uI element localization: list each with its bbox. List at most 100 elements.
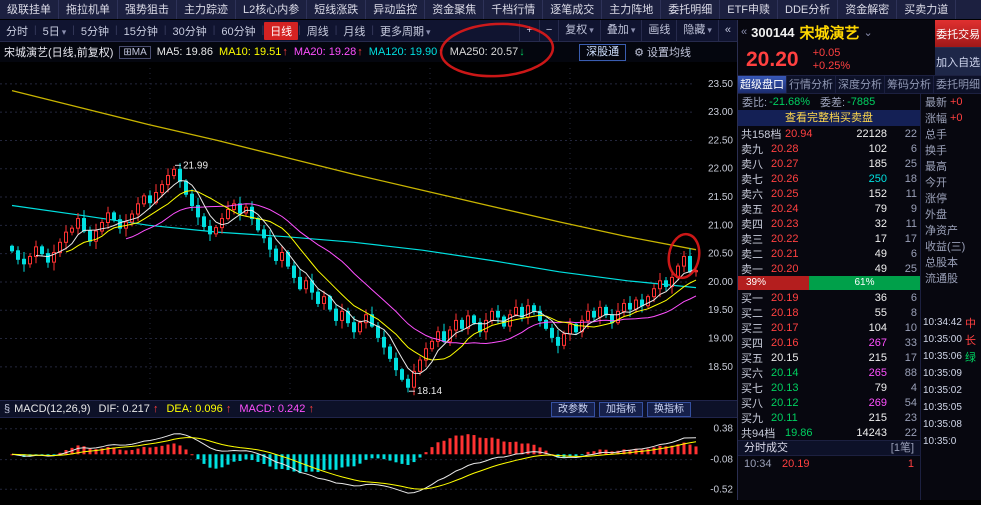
trade-time: 10:34	[744, 457, 772, 470]
buy-row: 买七 20.13 79 4	[738, 380, 920, 395]
macd-chart[interactable]: 0.38 -0.08 -0.52	[0, 418, 737, 500]
svg-text:22.50: 22.50	[708, 135, 733, 146]
toolbar-button-叠加[interactable]: 叠加 ▾	[599, 20, 642, 41]
ob-price: 20.94	[785, 127, 813, 140]
menu-item-主力阵地[interactable]: 主力阵地	[602, 0, 662, 19]
dropdown-icon: ▾	[589, 25, 594, 35]
period-tab-60分钟[interactable]: 60分钟	[215, 22, 261, 40]
period-tab-分时[interactable]: 分时	[0, 22, 34, 40]
menu-item-短线涨跌[interactable]: 短线涨跌	[307, 0, 367, 19]
period-tab-5日[interactable]: 5日 ▾	[37, 22, 73, 40]
menu-item-千档行情[interactable]: 千档行情	[484, 0, 544, 19]
ob-price: 20.24	[771, 202, 799, 215]
toolbar-button-+[interactable]: +	[519, 20, 538, 41]
macd-settings-icon[interactable]: §	[4, 403, 10, 415]
stock-dropdown-icon[interactable]: ⌄	[864, 26, 873, 39]
buy-total-row: 共94档 19.86 14243 22	[738, 425, 920, 440]
price-change-block: +0.05 +0.25%	[813, 47, 851, 73]
menu-item-资金解密[interactable]: 资金解密	[838, 0, 898, 19]
indicator-button-加指标[interactable]: 加指标	[599, 401, 643, 417]
collapse-panel-icon[interactable]: «	[741, 26, 747, 38]
alert-tag: 绿	[964, 351, 976, 364]
indicator-button-改参数[interactable]: 改参数	[551, 401, 595, 417]
period-tab-月线[interactable]: 月线	[337, 22, 371, 40]
toolbar-button-画线[interactable]: 画线	[641, 20, 676, 41]
ma-readout-ma20: MA20: 19.28↑	[294, 46, 363, 58]
indicator-button-换指标[interactable]: 换指标	[647, 401, 691, 417]
tab-行情分析[interactable]: 行情分析	[787, 76, 836, 93]
toolbar-button-复权[interactable]: 复权 ▾	[558, 20, 600, 41]
ob-level-label: 买二	[741, 307, 763, 320]
info-row-涨停: 涨停	[921, 190, 981, 206]
collapse-left-icon[interactable]: «	[717, 20, 737, 41]
dropdown-icon: ▾	[426, 26, 431, 37]
period-tab-日线[interactable]: 日线	[264, 21, 299, 40]
chart-button-设置均线[interactable]: ⚙ 设置均线	[634, 44, 691, 60]
period-tab-15分钟[interactable]: 15分钟	[118, 22, 164, 40]
ob-price: 20.13	[771, 381, 799, 394]
full-depth-link[interactable]: 查看完整档买卖盘	[738, 110, 920, 126]
chart-title: 宋城演艺(日线,前复权)	[4, 47, 114, 59]
toolbar-button-−[interactable]: −	[538, 20, 558, 41]
indicator-buttons: 改参数 加指标 换指标	[547, 401, 691, 417]
toolbar-button-隐藏[interactable]: 隐藏 ▾	[676, 20, 718, 41]
info-label: 最高	[925, 161, 947, 173]
svg-text:20.50: 20.50	[708, 249, 733, 260]
menu-item-L2核心内参[interactable]: L2核心内参	[236, 0, 308, 19]
menu-item-拖拉机单[interactable]: 拖拉机单	[59, 0, 118, 19]
change-percent: +0.25%	[812, 60, 851, 72]
info-row-涨幅: 涨幅 +0	[921, 110, 981, 126]
up-arrow-icon: ↑	[152, 403, 159, 415]
menu-item-委托明细[interactable]: 委托明细	[661, 0, 721, 19]
menu-item-买卖力道[interactable]: 买卖力道	[897, 0, 957, 19]
period-tabs: 分时 | 5日 ▾ | 5分钟 | 15分钟 | 30分钟 | 60分钟 | 日线 | 周线 | 月线 | 更多周期 ▾	[0, 21, 437, 40]
menu-item-主力踪迹[interactable]: 主力踪迹	[177, 0, 236, 19]
buy-row: 买二 20.18 55 8	[738, 305, 920, 320]
period-tab-5分钟[interactable]: 5分钟	[75, 22, 115, 40]
macd-label: MACD:	[239, 403, 275, 415]
stock-name[interactable]: 宋城演艺	[800, 22, 860, 43]
ma-readout-ma5: MA5: 19.86	[157, 46, 213, 58]
tab-委托明细[interactable]: 委托明细	[934, 76, 981, 93]
menu-item-强势狙击[interactable]: 强势狙击	[118, 0, 177, 19]
tab-深度分析[interactable]: 深度分析	[836, 76, 885, 93]
ob-level-label: 卖三	[741, 233, 763, 246]
svg-text:21.99: 21.99	[183, 160, 208, 171]
menu-item-资金聚焦[interactable]: 资金聚焦	[425, 0, 485, 19]
candlestick-chart[interactable]: 23.50 23.00 22.50 22.00 21.50 21.00 20.50 20.00…	[0, 62, 737, 400]
info-label: 涨停	[925, 193, 947, 205]
ob-level-label: 卖八	[741, 158, 763, 171]
ob-price: 20.17	[771, 321, 799, 334]
ob-price: 20.20	[771, 262, 799, 275]
menu-item-异动监控[interactable]: 异动监控	[366, 0, 426, 19]
chart-header-buttons: 深股通 ⚙ 设置均线	[571, 43, 691, 61]
period-tab-30分钟[interactable]: 30分钟	[166, 22, 212, 40]
tab-超级盘口[interactable]: 超级盘口	[738, 76, 787, 93]
menu-item-ETF申赎[interactable]: ETF申赎	[720, 0, 779, 19]
ob-volume: 265	[868, 366, 887, 379]
macd-title[interactable]: MACD(12,26,9)	[14, 403, 90, 415]
tick-trades-header[interactable]: 分时成交 [1笔]	[738, 440, 920, 456]
price-row: 20.20 +0.05 +0.25%	[738, 44, 935, 76]
svg-text:23.50: 23.50	[708, 79, 733, 90]
chart-button-深股通[interactable]: 深股通	[579, 43, 627, 61]
sell-total-row: 共158档 20.94 22128 22	[738, 126, 920, 141]
period-tab-周线[interactable]: 周线	[301, 22, 335, 40]
ob-level-label: 卖一	[741, 263, 763, 276]
menu-item-逐笔成交[interactable]: 逐笔成交	[543, 0, 603, 19]
sell-row: 卖三 20.22 17 17	[738, 231, 920, 246]
quote-head: « 300144 宋城演艺 ⌄ 20.20 +0.05 +0.25%	[738, 20, 935, 75]
ob-volume: 269	[868, 396, 887, 409]
period-tab-更多周期[interactable]: 更多周期 ▾	[374, 22, 437, 40]
toolbar: 分时 | 5日 ▾ | 5分钟 | 15分钟 | 30分钟 | 60分钟 | 日线 | 周线 | 月线 | 更多周期 ▾…	[0, 20, 737, 42]
trade-button[interactable]: 委托交易	[935, 20, 981, 48]
dropdown-icon: ▾	[707, 25, 712, 35]
add-watchlist-button[interactable]: 加入自选	[935, 47, 981, 75]
ma-toggle-button[interactable]: ⊞MA	[119, 45, 151, 59]
sell-row: 卖四 20.23 32 11	[738, 216, 920, 231]
menu-item-级联挂单[interactable]: 级联挂单	[0, 0, 59, 19]
ob-price: 19.86	[785, 426, 813, 439]
ob-count: 22	[904, 127, 917, 140]
menu-item-DDE分析[interactable]: DDE分析	[778, 0, 839, 19]
tab-筹码分析[interactable]: 筹码分析	[885, 76, 934, 93]
